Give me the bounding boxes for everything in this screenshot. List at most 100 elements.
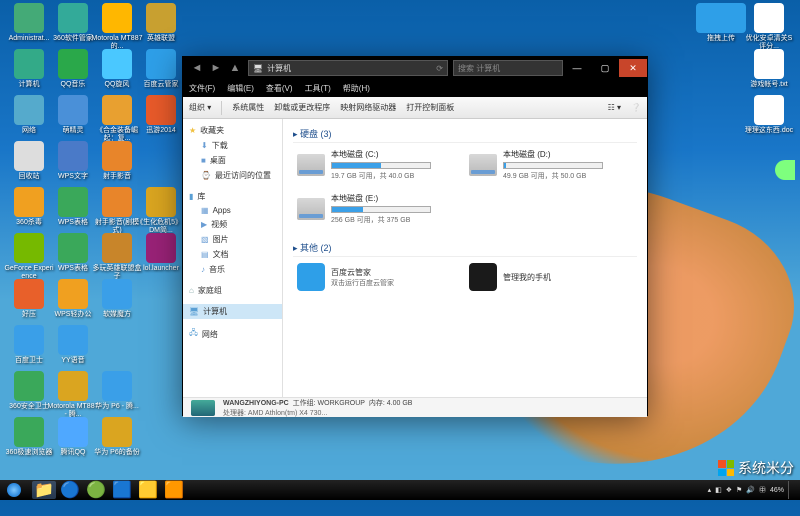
organize-button[interactable]: 组织 ▾ [189, 102, 211, 113]
item-name: 管理我的手机 [503, 272, 551, 283]
desktop-icon[interactable]: YY语音 [47, 325, 99, 365]
tray-icon[interactable]: 🔊 [746, 486, 755, 494]
app-icon [102, 417, 132, 447]
nav-up-button[interactable]: ▲ [227, 60, 243, 76]
desktop-icon[interactable]: 《生化危机5》3DM简... [135, 187, 187, 234]
minimize-button[interactable]: — [563, 59, 591, 77]
help-icon[interactable]: ❔ [631, 103, 641, 112]
desktop-icon[interactable]: 软媒魔方 [91, 279, 143, 319]
menu-item[interactable]: 工具(T) [305, 83, 331, 94]
sidebar-computer[interactable]: 🖥计算机 [183, 304, 282, 319]
drive-subtext: 256 GB 可用，共 375 GB [331, 215, 431, 225]
desktop-icon[interactable]: 迅游2014 [135, 95, 187, 135]
icon-label: 华为 P6 - 腾... [91, 403, 143, 411]
desktop-icon[interactable]: 理理这东西.doc [743, 95, 795, 135]
app-icon [102, 3, 132, 33]
app-icon [58, 3, 88, 33]
drive-item[interactable]: 本地磁盘 (C:) 19.7 GB 可用，共 40.0 GB [297, 149, 457, 181]
tray-icon[interactable]: ⚑ [736, 486, 742, 494]
desktop-icon[interactable]: 优化安卓清关S评分... [743, 3, 795, 50]
sidebar-homegroup[interactable]: ⌂家庭组 [183, 283, 282, 298]
map-drive-button[interactable]: 映射网络驱动器 [340, 102, 396, 113]
tray-icon[interactable]: ◧ [715, 486, 722, 494]
tray-expand-icon[interactable]: ▴ [708, 486, 712, 494]
menu-item[interactable]: 文件(F) [189, 83, 215, 94]
menu-item[interactable]: 查看(V) [266, 83, 293, 94]
sidebar-network[interactable]: 🖧网络 [183, 325, 282, 343]
taskbar-item-app5[interactable]: 🟧 [162, 481, 186, 499]
sidebar-item[interactable]: ⬇下载 [183, 138, 282, 153]
sidebar-item[interactable]: ▧图片 [183, 232, 282, 247]
nav-back-button[interactable]: ◄ [189, 60, 205, 76]
drive-item[interactable]: 本地磁盘 (D:) 49.9 GB 可用，共 50.0 GB [469, 149, 629, 181]
computer-icon: 🖥 [189, 307, 199, 316]
start-button[interactable] [0, 480, 28, 500]
show-desktop-button[interactable] [788, 481, 794, 499]
sidebar-item[interactable]: ▤文档 [183, 247, 282, 262]
sidebar-item[interactable]: ⌚最近访问的位置 [183, 168, 282, 183]
uninstall-button[interactable]: 卸载或更改程序 [274, 102, 330, 113]
sidebar-libraries[interactable]: ▮库 [183, 189, 282, 204]
drive-item[interactable]: 本地磁盘 (E:) 256 GB 可用，共 375 GB [297, 193, 457, 225]
drives-header[interactable]: ▸ 硬盘 (3) [293, 125, 637, 143]
icon-label: 百度云管家 [135, 81, 187, 89]
start-logo-icon [7, 483, 21, 497]
other-header[interactable]: ▸ 其他 (2) [293, 239, 637, 257]
desktop-icon[interactable]: 拖拽上传 [695, 3, 747, 43]
taskbar-item-app3[interactable]: 🟦 [110, 481, 134, 499]
other-item[interactable]: 百度云管家 双击运行百度云管家 [297, 263, 457, 291]
maximize-button[interactable]: ▢ [591, 59, 619, 77]
app-icon [58, 95, 88, 125]
brand-watermark: 系统米分 [718, 458, 794, 478]
file-icon [754, 3, 784, 33]
icon-label: 游戏帐号.txt [743, 81, 795, 89]
app-icon [297, 263, 325, 291]
control-panel-button[interactable]: 打开控制面板 [406, 102, 454, 113]
tray-ime-icon[interactable]: ㊥ [759, 485, 766, 495]
menu-item[interactable]: 帮助(H) [343, 83, 370, 94]
system-tray[interactable]: ▴ ◧ ❖ ⚑ 🔊 ㊥ 46% [702, 481, 800, 499]
titlebar[interactable]: ◄ ► ▲ 🖥 计算机 ⟳ 搜索 计算机 — ▢ ✕ [183, 57, 647, 79]
drive-icon [297, 154, 325, 176]
sidebar-item[interactable]: ♪音乐 [183, 262, 282, 277]
desktop-icon[interactable]: 华为 P6的备份 [91, 417, 143, 457]
system-properties-button[interactable]: 系统属性 [232, 102, 264, 113]
menubar: 文件(F) 编辑(E) 查看(V) 工具(T) 帮助(H) [183, 79, 647, 97]
desktop-icon[interactable]: 游戏帐号.txt [743, 49, 795, 89]
close-button[interactable]: ✕ [619, 59, 647, 77]
desktop-icon[interactable]: 百度云管家 [135, 49, 187, 89]
search-input[interactable]: 搜索 计算机 [453, 60, 563, 76]
desktop-icon[interactable]: 射手影音 [91, 141, 143, 181]
sidebar-favorites[interactable]: ★收藏夹 [183, 123, 282, 138]
app-icon [58, 279, 88, 309]
taskbar-item-explorer[interactable]: 📁 [32, 481, 56, 499]
view-icon[interactable]: ☷ ▾ [608, 103, 621, 112]
desktop-icon[interactable]: 华为 P6 - 腾... [91, 371, 143, 411]
taskbar-item-app1[interactable]: 🔵 [58, 481, 82, 499]
refresh-icon[interactable]: ⟳ [436, 64, 443, 73]
taskbar-item-app4[interactable]: 🟨 [136, 481, 160, 499]
desktop-icon[interactable]: 英雄联盟 [135, 3, 187, 43]
folder-icon: ⌚ [201, 171, 211, 180]
item-name: 百度云管家 [331, 267, 394, 278]
desktop-icon[interactable]: lol.launcher [135, 233, 187, 273]
sidebar-item[interactable]: ■桌面 [183, 153, 282, 168]
app-icon [146, 233, 176, 263]
homegroup-icon: ⌂ [189, 286, 194, 295]
library-item-icon: ▦ [201, 206, 209, 215]
windows-logo-icon [718, 460, 734, 476]
menu-item[interactable]: 编辑(E) [227, 83, 254, 94]
address-bar[interactable]: 🖥 计算机 ⟳ [248, 60, 448, 76]
app-icon [102, 141, 132, 171]
search-placeholder: 搜索 计算机 [458, 63, 500, 74]
other-item[interactable]: 管理我的手机 [469, 263, 629, 291]
taskbar-item-app2[interactable]: 🟢 [84, 481, 108, 499]
app-icon [146, 95, 176, 125]
tray-icon[interactable]: ❖ [726, 486, 732, 494]
icon-label: 迅游2014 [135, 127, 187, 135]
app-icon [146, 187, 176, 217]
sidebar-item[interactable]: ▦Apps [183, 204, 282, 217]
nav-forward-button[interactable]: ► [208, 60, 224, 76]
app-icon [146, 49, 176, 79]
sidebar-item[interactable]: ▶视频 [183, 217, 282, 232]
